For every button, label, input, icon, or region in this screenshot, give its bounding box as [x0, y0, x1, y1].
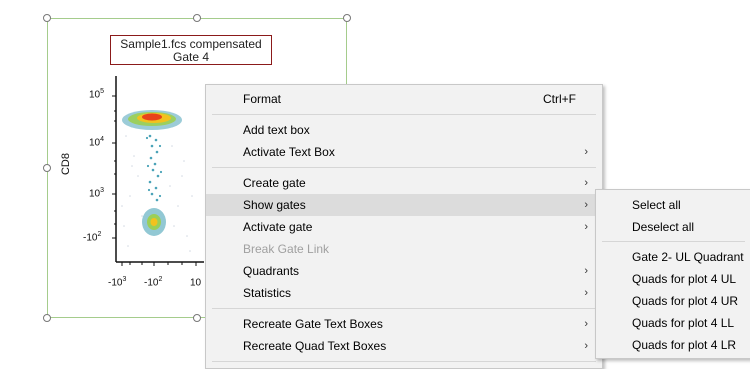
chevron-right-icon: › [584, 177, 588, 189]
chevron-right-icon: › [584, 318, 588, 330]
menu-item-recreate-quad-text-boxes[interactable]: Recreate Quad Text Boxes › [206, 335, 602, 357]
menu-separator [212, 361, 596, 362]
resize-handle-middle-left[interactable] [43, 164, 51, 172]
menu-item-break-gate-link: Break Gate Link [243, 242, 330, 256]
submenu-item-quads-plot-4-lr[interactable]: Quads for plot 4 LR [596, 334, 750, 356]
submenu-item-quads-plot-4-ur[interactable]: Quads for plot 4 UR [596, 290, 750, 312]
menu-separator [212, 167, 596, 168]
scatter-plot [112, 76, 204, 266]
menu-item-activate-gate[interactable]: Activate gate › [206, 216, 602, 238]
chevron-right-icon: › [584, 221, 588, 233]
y-tick-label: -102 [83, 231, 102, 244]
submenu-item-select-all[interactable]: Select all [596, 194, 750, 216]
menu-item-show-gates[interactable]: Show gates › [206, 194, 602, 216]
submenu-item-gate-2-ul-quadrant[interactable]: Gate 2- UL Quadrant [596, 246, 750, 268]
submenu-item-deselect-all[interactable]: Deselect all [596, 216, 750, 238]
menu-item-statistics[interactable]: Statistics › [206, 282, 602, 304]
chevron-right-icon: › [584, 146, 588, 158]
x-tick-label: -103 [108, 276, 127, 289]
submenu-item-quads-plot-4-ul[interactable]: Quads for plot 4 UL [596, 268, 750, 290]
chevron-right-icon: › [584, 340, 588, 352]
resize-handle-bottom-center[interactable] [193, 314, 201, 322]
resize-handle-top-right[interactable] [343, 14, 351, 22]
plot-title-box[interactable]: Sample1.fcs compensated Gate 4 [110, 35, 272, 65]
menu-item-format[interactable]: Format Ctrl+F [206, 88, 602, 110]
menu-item-create-gate[interactable]: Create gate › [206, 172, 602, 194]
y-tick-label: 103 [89, 187, 105, 200]
resize-handle-bottom-left[interactable] [43, 314, 51, 322]
menu-separator [212, 114, 596, 115]
y-axis-label: CD8 [60, 152, 73, 176]
menu-separator [602, 241, 745, 242]
middle-stream-points [145, 134, 163, 202]
plot-title-line2: Gate 4 [172, 50, 210, 64]
resize-handle-top-center[interactable] [193, 14, 201, 22]
menu-item-activate-text-box[interactable]: Activate Text Box › [206, 141, 602, 163]
lower-cluster-core [150, 218, 158, 226]
context-menu: Format Ctrl+F Add text box Activate Text… [205, 84, 603, 369]
menu-item-quadrants[interactable]: Quadrants › [206, 260, 602, 282]
format-shortcut: Ctrl+F [543, 92, 576, 106]
x-tick-label: -102 [144, 276, 163, 289]
chevron-right-icon: › [584, 199, 588, 211]
menu-item-add-text-box[interactable]: Add text box [206, 119, 602, 141]
chevron-right-icon: › [584, 265, 588, 277]
y-tick-label: 105 [89, 88, 105, 101]
upper-cluster-core [142, 113, 162, 121]
show-gates-submenu: Select all Deselect all Gate 2- UL Quadr… [595, 189, 750, 359]
submenu-item-quads-plot-4-ll[interactable]: Quads for plot 4 LL [596, 312, 750, 334]
menu-item-recreate-gate-text-boxes[interactable]: Recreate Gate Text Boxes › [206, 313, 602, 335]
chevron-right-icon: › [584, 287, 588, 299]
y-tick-label: 104 [89, 136, 105, 149]
menu-separator [212, 308, 596, 309]
resize-handle-top-left[interactable] [43, 14, 51, 22]
x-tick-label: 10 [190, 277, 202, 289]
